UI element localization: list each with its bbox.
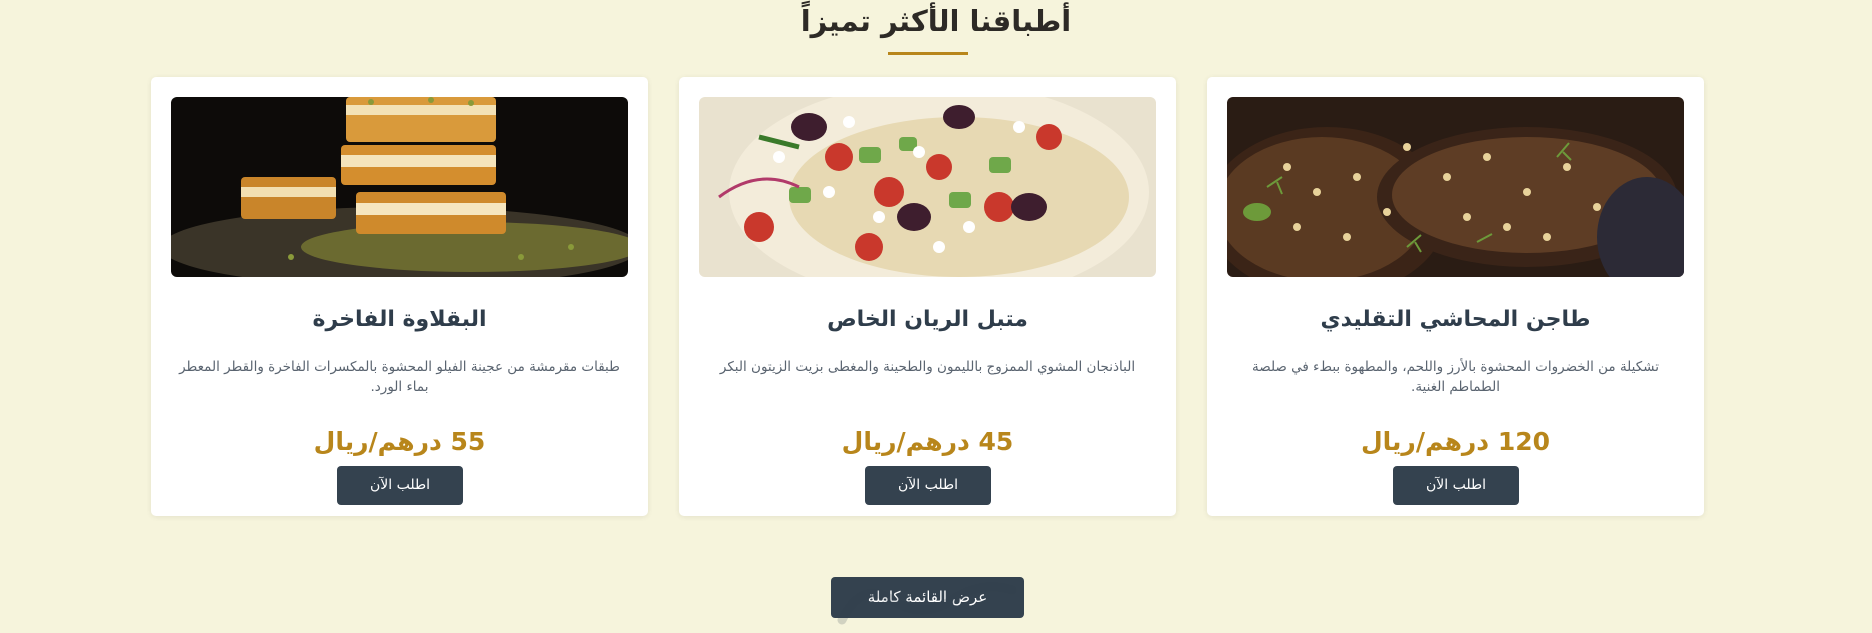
order-now-button[interactable]: اطلب الآن [865, 466, 991, 505]
dish-title: البقلاوة الفاخرة [312, 307, 487, 332]
dish-description: الباذنجان المشوي الممزوج بالليمون والطحي… [719, 359, 1136, 375]
dish-price: 120 درهم/ريال [1360, 427, 1551, 456]
dish-card-baklava: البقلاوة الفاخرة طبقات مقرمشة من عجينة ا… [151, 77, 648, 516]
featured-dishes-section: أطباقنا الأكثر تميزاً طاجن المحاشي التقل… [0, 0, 1872, 633]
title-underline [888, 52, 968, 55]
dish-description: تشكيلة من الخضروات المحشوة بالأرز واللحم… [1252, 359, 1659, 395]
dish-card-moutabal: متبل الريان الخاص الباذنجان المشوي الممز… [679, 77, 1176, 516]
dish-title: طاجن المحاشي التقليدي [1320, 307, 1591, 332]
order-now-button[interactable]: اطلب الآن [1393, 466, 1519, 505]
section-title: أطباقنا الأكثر تميزاً [800, 4, 1072, 38]
order-now-button[interactable]: اطلب الآن [337, 466, 463, 505]
dish-title: متبل الريان الخاص [827, 307, 1028, 332]
dish-image-stuffed-eggplant [1227, 97, 1684, 277]
dish-image-baklava [171, 97, 628, 277]
dish-price: 45 درهم/ريال [841, 427, 1014, 456]
dish-image-moutabal [699, 97, 1156, 277]
dish-card-stuffed-vegetables: طاجن المحاشي التقليدي تشكيلة من الخضروات… [1207, 77, 1704, 516]
dish-price: 55 درهم/ريال [313, 427, 486, 456]
view-full-menu-button[interactable]: عرض القائمة كاملة [831, 577, 1024, 618]
dish-description: طبقات مقرمشة من عجينة الفيلو المحشوة بال… [179, 359, 620, 395]
